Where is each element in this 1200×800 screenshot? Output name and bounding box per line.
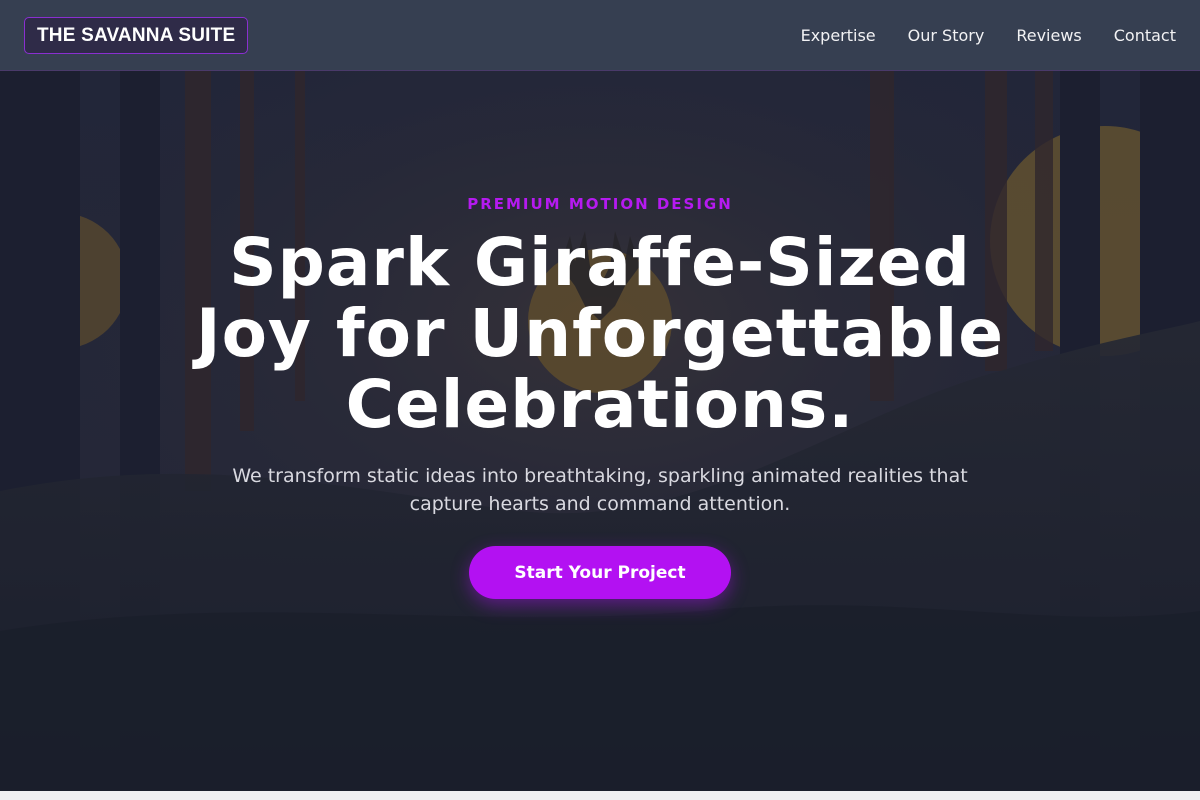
nav-links: Expertise Our Story Reviews Contact bbox=[801, 26, 1176, 45]
top-navigation: THE SAVANNA SUITE Expertise Our Story Re… bbox=[0, 0, 1200, 71]
nav-link-our-story[interactable]: Our Story bbox=[908, 26, 985, 45]
hero-content: PREMIUM MOTION DESIGN Spark Giraffe-Size… bbox=[0, 71, 1200, 791]
hero-headline: Spark Giraffe-Sized Joy for Unforgettabl… bbox=[196, 224, 1004, 443]
hero-section: PREMIUM MOTION DESIGN Spark Giraffe-Size… bbox=[0, 71, 1200, 791]
nav-link-contact[interactable]: Contact bbox=[1114, 26, 1176, 45]
hero-eyebrow: PREMIUM MOTION DESIGN bbox=[467, 195, 733, 213]
site-logo[interactable]: THE SAVANNA SUITE bbox=[24, 16, 249, 54]
page-bottom-edge bbox=[0, 791, 1200, 800]
hero-subtitle: We transform static ideas into breathtak… bbox=[232, 465, 968, 515]
start-project-button[interactable]: Start Your Project bbox=[469, 546, 731, 599]
nav-link-reviews[interactable]: Reviews bbox=[1016, 26, 1081, 45]
nav-link-expertise[interactable]: Expertise bbox=[801, 26, 876, 45]
